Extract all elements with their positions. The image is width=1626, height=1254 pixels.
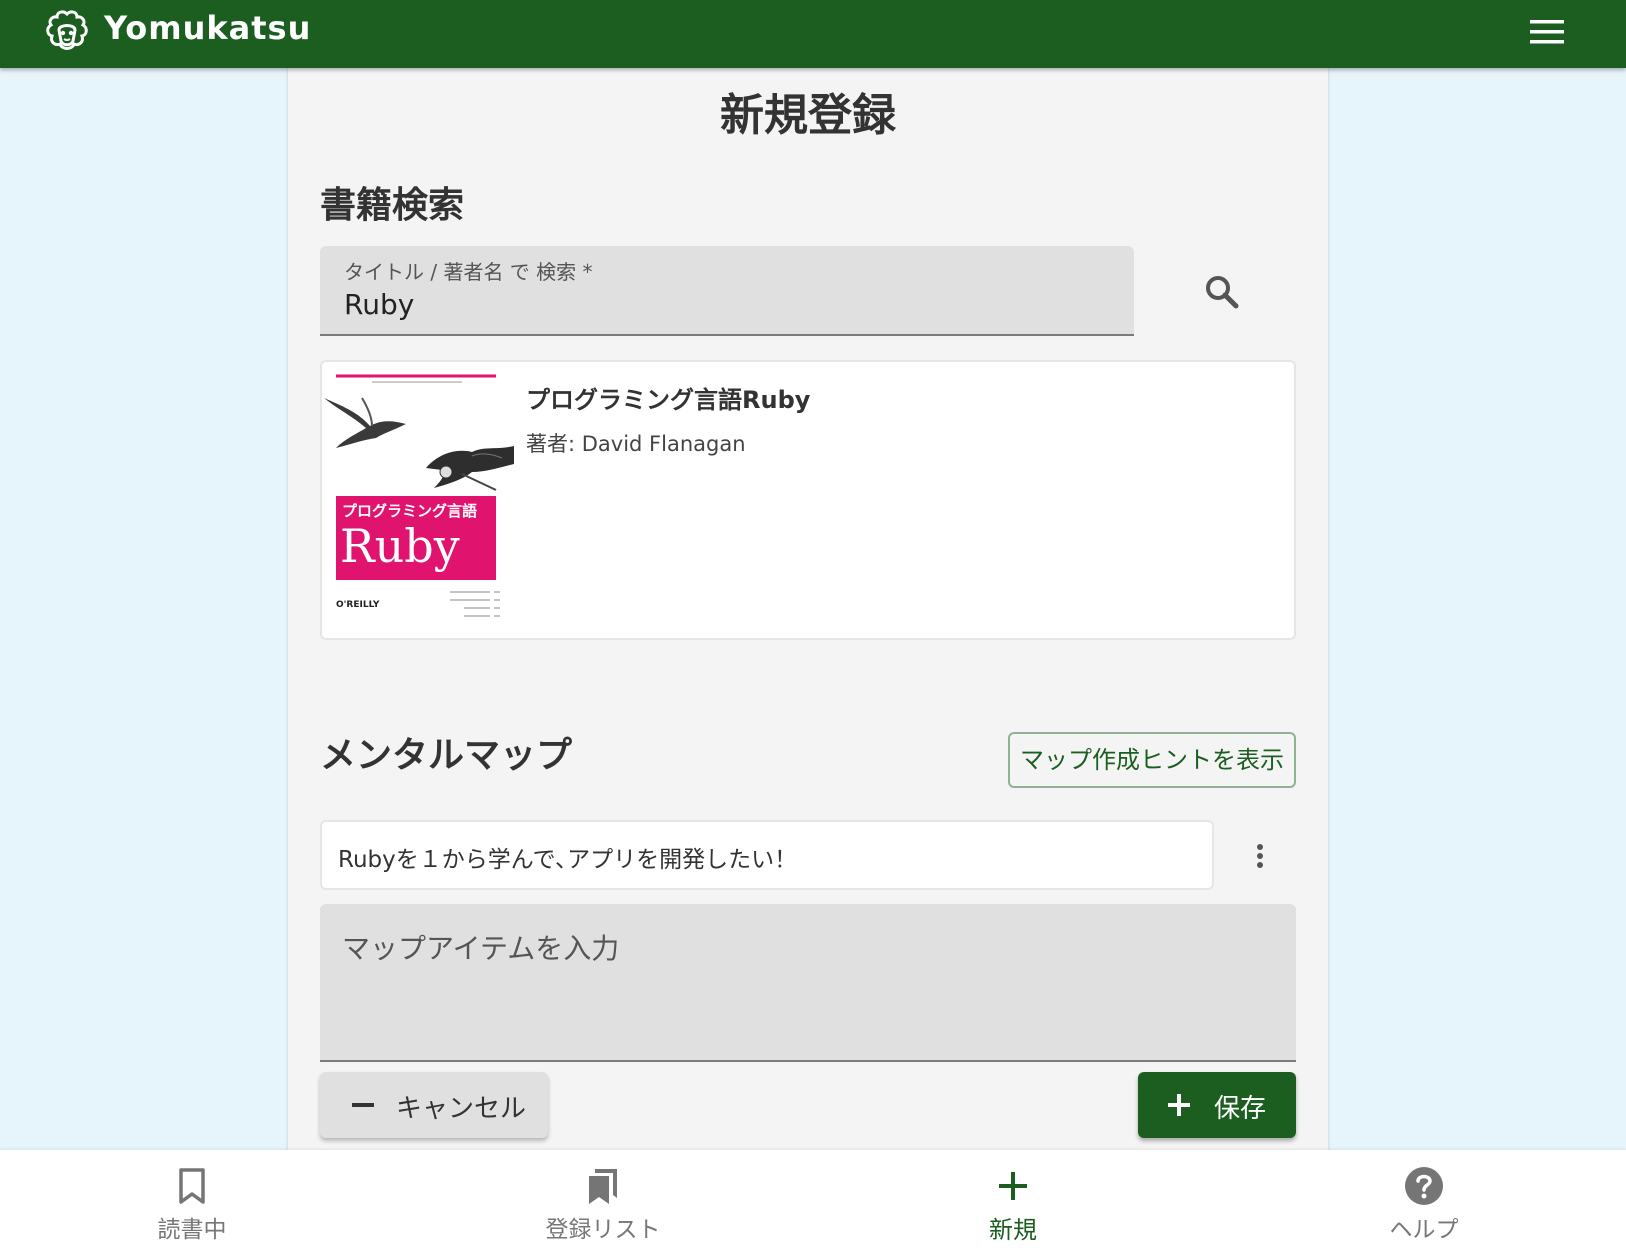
- bottom-navigation: 読書中 登録リスト 新規 ヘルプ: [0, 1150, 1626, 1254]
- main-panel: 新規登録 書籍検索 タイトル / 著者名 で 検索 * プログラミング言語 Ru…: [288, 68, 1328, 1150]
- search-field[interactable]: タイトル / 著者名 で 検索 *: [320, 246, 1134, 336]
- plus-icon: [1168, 1094, 1190, 1116]
- cancel-button-label: キャンセル: [396, 1094, 527, 1124]
- map-item-field[interactable]: [320, 904, 1296, 1062]
- cover-title-block: プログラミング言語 Ruby: [336, 496, 496, 580]
- search-field-label: タイトル / 著者名 で 検索 *: [344, 260, 593, 284]
- nav-item-label: ヘルプ: [1389, 1217, 1459, 1243]
- search-icon[interactable]: [1194, 264, 1250, 320]
- book-cover: プログラミング言語 Ruby O'REILLY: [322, 368, 514, 630]
- help-circle-icon: [1405, 1167, 1443, 1205]
- page-title: 新規登録: [720, 90, 896, 141]
- book-author: 著者: David Flanagan: [526, 432, 746, 456]
- cover-title-en: Ruby: [340, 519, 460, 573]
- nav-item-label: 新規: [989, 1216, 1037, 1244]
- app-brand[interactable]: Yomukatsu: [104, 6, 311, 50]
- plus-icon: [999, 1172, 1027, 1200]
- mental-map-heading: メンタルマップ: [320, 735, 573, 776]
- nav-item-label: 登録リスト: [545, 1217, 661, 1243]
- map-item-input[interactable]: [342, 928, 1262, 968]
- book-title: プログラミング言語Ruby: [526, 386, 811, 414]
- nav-item-help[interactable]: ヘルプ: [1324, 1150, 1524, 1254]
- save-button-label: 保存: [1214, 1094, 1267, 1124]
- cancel-button[interactable]: キャンセル: [320, 1072, 548, 1138]
- cover-credits: [450, 591, 500, 617]
- more-vertical-icon[interactable]: [1246, 836, 1274, 876]
- nav-item-registered-list[interactable]: 登録リスト: [503, 1150, 703, 1254]
- sheep-logo-icon[interactable]: [42, 8, 92, 58]
- nav-item-new[interactable]: 新規: [913, 1150, 1113, 1254]
- book-search-heading: 書籍検索: [320, 185, 465, 226]
- bookmarks-icon: [589, 1169, 617, 1204]
- nav-item-reading[interactable]: 読書中: [92, 1150, 292, 1254]
- book-result-card[interactable]: プログラミング言語 Ruby O'REILLY プログラミング言語Ruby 著者…: [320, 360, 1296, 640]
- minus-icon: [352, 1103, 374, 1107]
- show-map-hint-button[interactable]: マップ作成ヒントを表示: [1008, 732, 1296, 788]
- hamburger-menu-icon[interactable]: [1522, 12, 1572, 52]
- cover-bird-illustration: [324, 374, 514, 491]
- save-button[interactable]: 保存: [1138, 1072, 1296, 1138]
- app-bar: Yomukatsu: [0, 0, 1626, 68]
- cover-publisher: O'REILLY: [336, 600, 380, 610]
- search-input[interactable]: [344, 284, 1104, 324]
- map-center-item[interactable]: Rubyを１から学んで､アプリを開発したい！: [320, 820, 1214, 890]
- nav-item-label: 読書中: [157, 1217, 227, 1243]
- bookmark-outline-icon: [179, 1168, 205, 1204]
- map-center-text: Rubyを１から学んで､アプリを開発したい！: [338, 847, 798, 873]
